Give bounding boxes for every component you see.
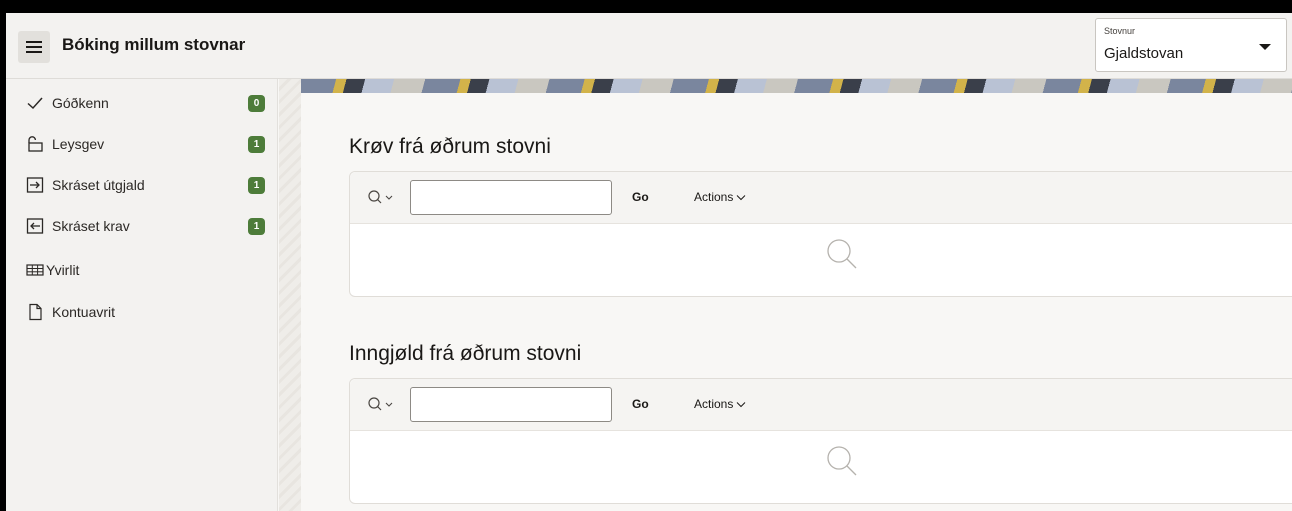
main-content: Krøv frá øðrum stovni Go Actions Inngjøl… [301, 93, 1292, 511]
sidebar-item-yvirlit[interactable]: Yvirlit [6, 250, 278, 290]
unlock-icon [26, 135, 44, 153]
actions-label: Actions [694, 190, 734, 204]
sidebar-item-godkenn[interactable]: Góðkenn 0 [6, 83, 278, 123]
search-icon [368, 190, 393, 204]
search-input[interactable] [410, 180, 612, 215]
report-toolbar: Go Actions [350, 172, 1292, 224]
decorative-banner [301, 79, 1292, 93]
search-input[interactable] [410, 387, 612, 422]
sidebar-item-label: Yvirlit [46, 262, 80, 278]
chevron-down-icon [737, 401, 746, 407]
table-icon [26, 261, 44, 279]
no-data-search-icon [827, 446, 857, 476]
search-icon [368, 397, 393, 411]
sidebar-item-skraset-krav[interactable]: Skráset krav 1 [6, 206, 278, 246]
sidebar-item-label: Góðkenn [52, 95, 109, 111]
go-button[interactable]: Go [632, 190, 649, 204]
sidebar-item-skraset-utgjald[interactable]: Skráset útgjald 1 [6, 165, 278, 205]
count-badge: 0 [248, 94, 265, 112]
count-badge: 1 [248, 217, 265, 235]
report-region-inngjold: Go Actions [349, 378, 1292, 504]
document-icon [26, 303, 44, 321]
actions-menu-button[interactable]: Actions [694, 397, 746, 411]
go-button[interactable]: Go [632, 397, 649, 411]
sidebar-item-label: Skráset krav [52, 218, 130, 234]
sidebar-nav: Góðkenn 0 Leysgev 1 Skráset útgjald 1 Sk… [6, 79, 278, 511]
arrow-left-box-icon [26, 217, 44, 235]
decorative-texture [279, 79, 301, 511]
actions-menu-button[interactable]: Actions [694, 190, 746, 204]
report-toolbar: Go Actions [350, 379, 1292, 431]
region-title: Krøv frá øðrum stovni [349, 135, 551, 158]
stovnur-select[interactable]: Stovnur Gjaldstovan [1095, 18, 1287, 72]
sidebar-item-label: Leysgev [52, 136, 105, 152]
no-data-search-icon [827, 239, 857, 269]
app-header: Bóking millum stovnar Stovnur Gjaldstova… [6, 13, 1292, 79]
check-icon [26, 94, 44, 112]
sidebar-item-label: Skráset útgjald [52, 177, 145, 193]
sidebar-item-leysgev[interactable]: Leysgev 1 [6, 124, 278, 164]
actions-label: Actions [694, 397, 734, 411]
search-column-button[interactable] [366, 395, 400, 415]
app-window: Bóking millum stovnar Stovnur Gjaldstova… [6, 13, 1292, 511]
arrow-right-box-icon [26, 176, 44, 194]
stovnur-value: Gjaldstovan [1104, 45, 1184, 62]
sidebar-item-kontuavrit[interactable]: Kontuavrit [6, 292, 278, 332]
hamburger-icon[interactable] [18, 31, 50, 63]
report-region-krov: Go Actions [349, 171, 1292, 297]
region-title: Inngjøld frá øðrum stovni [349, 342, 582, 365]
count-badge: 1 [248, 176, 265, 194]
sidebar-item-label: Kontuavrit [52, 304, 116, 320]
stovnur-label: Stovnur [1104, 26, 1136, 36]
caret-down-icon [1259, 44, 1271, 50]
app-title: Bóking millum stovnar [62, 35, 246, 54]
count-badge: 1 [248, 135, 265, 153]
search-column-button[interactable] [366, 188, 400, 208]
chevron-down-icon [737, 194, 746, 200]
